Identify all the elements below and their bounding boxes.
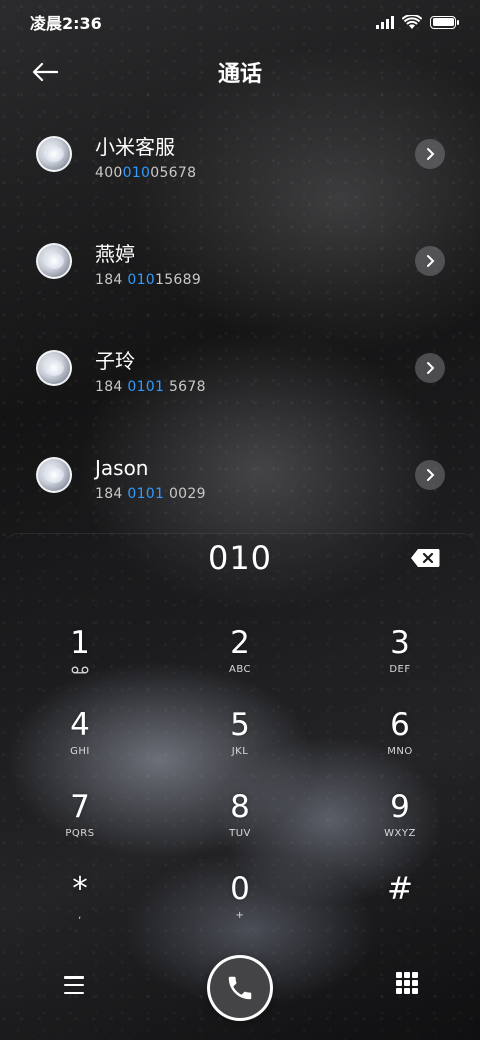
key-letters: ABC bbox=[228, 664, 251, 675]
key-7[interactable]: 7 PQRS bbox=[0, 783, 160, 865]
key-5[interactable]: 5 JKL bbox=[160, 701, 320, 783]
chevron-right-icon bbox=[427, 147, 435, 160]
key-9[interactable]: 9 WXYZ bbox=[320, 783, 480, 865]
call-button[interactable] bbox=[207, 955, 273, 1021]
status-time: 凌晨2:36 bbox=[30, 14, 102, 33]
contact-detail-button[interactable] bbox=[415, 245, 445, 276]
bottom-bar bbox=[0, 955, 480, 1021]
contact-row[interactable]: 子玲 184 0101 5678 bbox=[0, 314, 480, 421]
dialed-number: 010 bbox=[207, 539, 273, 577]
avatar bbox=[36, 349, 72, 386]
key-2[interactable]: 2 ABC bbox=[160, 619, 320, 701]
voicemail-icon bbox=[71, 663, 89, 677]
dialpad-icon[interactable] bbox=[396, 972, 418, 998]
contact-text: 燕婷 184 01015689 bbox=[95, 241, 201, 290]
signal-icon bbox=[376, 15, 394, 29]
key-letters: TUV bbox=[229, 828, 251, 839]
key-letters: DEF bbox=[389, 664, 411, 675]
key-digit: 3 bbox=[390, 625, 410, 661]
contact-row[interactable]: Jason 184 0101 0029 bbox=[0, 421, 480, 528]
contact-name: 小米客服 bbox=[95, 135, 175, 159]
matched-digits: 0101 bbox=[127, 486, 165, 502]
key-digit: 8 bbox=[230, 789, 250, 825]
contact-row[interactable]: 小米客服 40001005678 bbox=[0, 100, 480, 207]
contact-text: Jason 184 0101 0029 bbox=[95, 455, 206, 504]
key-digit: 1 bbox=[70, 625, 90, 661]
avatar bbox=[36, 456, 72, 493]
key-digit: # bbox=[387, 871, 413, 907]
backspace-icon bbox=[411, 549, 440, 567]
key-letters: PQRS bbox=[65, 828, 95, 839]
phone-icon bbox=[228, 976, 252, 1000]
status-bar: 凌晨2:36 bbox=[0, 0, 480, 44]
avatar bbox=[36, 135, 72, 172]
contact-number: 184 0101 0029 bbox=[95, 486, 206, 502]
wifi-icon bbox=[402, 14, 422, 29]
contact-number: 40001005678 bbox=[95, 165, 197, 181]
key-digit: 6 bbox=[390, 707, 410, 743]
contact-row[interactable]: 燕婷 184 01015689 bbox=[0, 207, 480, 314]
contact-list: 小米客服 40001005678 燕婷 184 01015689 子玲 184 … bbox=[0, 100, 480, 528]
key-3[interactable]: 3 DEF bbox=[320, 619, 480, 701]
key-digit: 4 bbox=[70, 707, 90, 743]
contact-name: 子玲 bbox=[95, 349, 135, 373]
avatar bbox=[36, 242, 72, 279]
status-icons bbox=[376, 14, 459, 30]
key-4[interactable]: 4 GHI bbox=[0, 701, 160, 783]
key-digit: 9 bbox=[390, 789, 410, 825]
contact-number: 184 01015689 bbox=[95, 272, 202, 288]
contact-name: Jason bbox=[95, 456, 149, 480]
key-6[interactable]: 6 MNO bbox=[320, 701, 480, 783]
key-digit: 7 bbox=[70, 789, 90, 825]
chevron-right-icon bbox=[427, 361, 435, 374]
keypad: 1 2 ABC 3 DEF 4 GHI 5 JKL 6 MNO 7 PQRS 8… bbox=[0, 619, 480, 947]
contact-detail-button[interactable] bbox=[415, 352, 445, 383]
contact-name: 燕婷 bbox=[95, 242, 135, 266]
key-letters: WXYZ bbox=[384, 828, 416, 839]
matched-digits: 010 bbox=[122, 165, 151, 181]
menu-icon[interactable] bbox=[62, 973, 86, 997]
key-digit: * bbox=[72, 871, 88, 907]
key-digit: 2 bbox=[230, 625, 250, 661]
key-letters: + bbox=[235, 910, 245, 921]
key-digit: 0 bbox=[230, 871, 250, 907]
key-letters: , bbox=[78, 910, 82, 921]
key-hash[interactable]: # bbox=[320, 865, 480, 947]
call-button-face bbox=[210, 958, 270, 1018]
contact-detail-button[interactable] bbox=[415, 459, 445, 490]
battery-icon bbox=[430, 15, 459, 29]
key-digit: 5 bbox=[230, 707, 250, 743]
key-letters: GHI bbox=[70, 746, 90, 757]
delete-button[interactable] bbox=[410, 548, 440, 570]
matched-digits: 010 bbox=[127, 272, 155, 288]
contact-number: 184 0101 5678 bbox=[95, 379, 206, 395]
key-star[interactable]: * , bbox=[0, 865, 160, 947]
chevron-right-icon bbox=[427, 468, 435, 481]
key-0[interactable]: 0 + bbox=[160, 865, 320, 947]
matched-digits: 0101 bbox=[127, 379, 165, 395]
chevron-right-icon bbox=[427, 254, 435, 267]
key-letters: JKL bbox=[231, 746, 249, 757]
header: 通话 bbox=[0, 44, 480, 100]
contact-detail-button[interactable] bbox=[415, 138, 445, 169]
key-letters: MNO bbox=[387, 746, 413, 757]
contact-text: 子玲 184 0101 5678 bbox=[95, 348, 206, 397]
contact-text: 小米客服 40001005678 bbox=[95, 134, 196, 183]
page-title: 通话 bbox=[217, 62, 262, 87]
key-8[interactable]: 8 TUV bbox=[160, 783, 320, 865]
key-1[interactable]: 1 bbox=[0, 619, 160, 701]
